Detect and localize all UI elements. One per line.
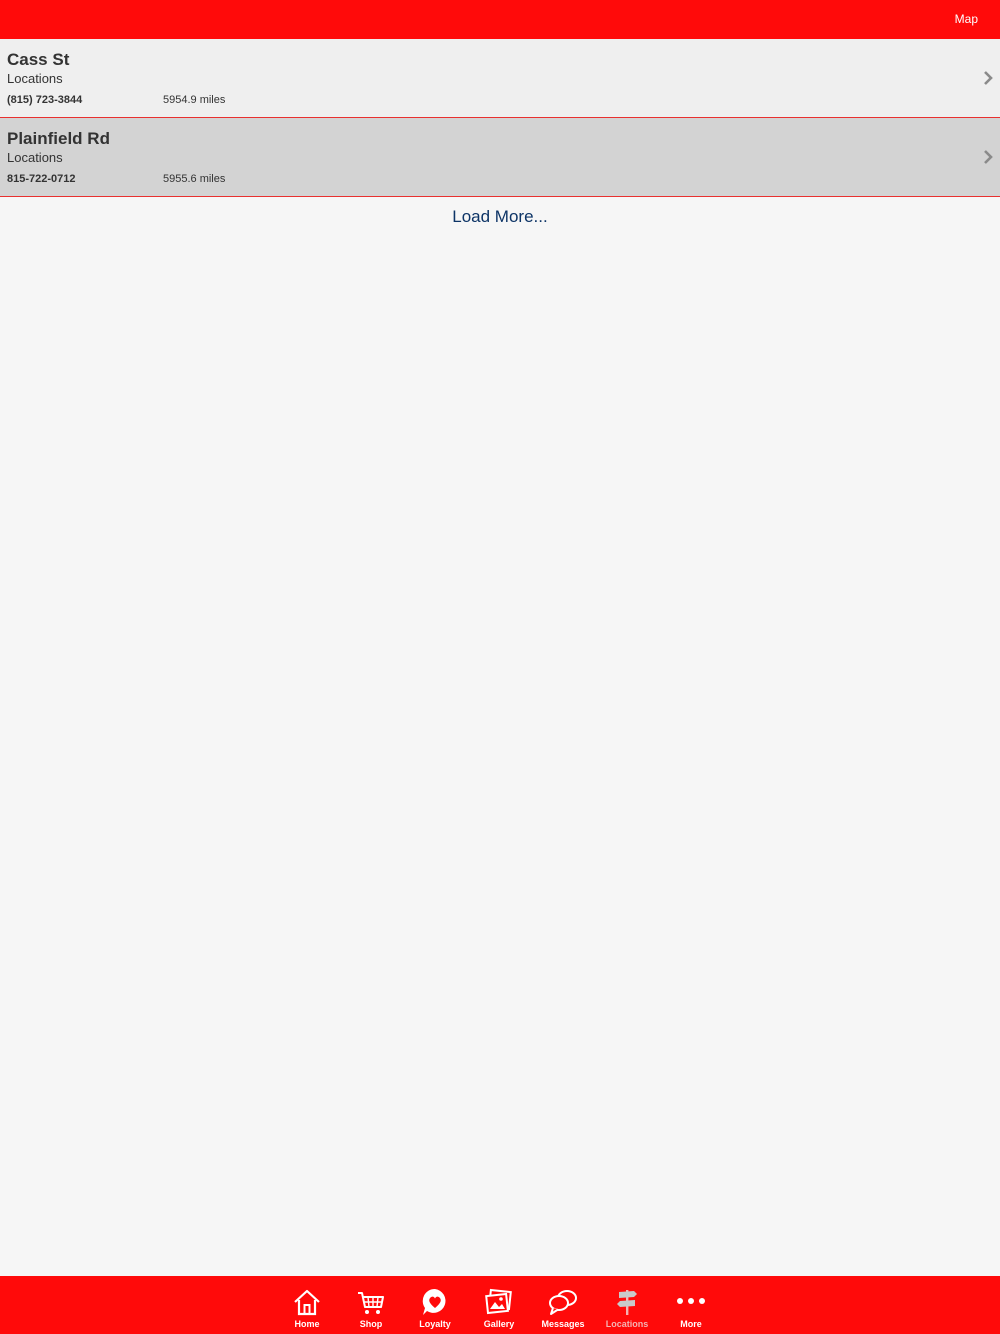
tab-label: More <box>680 1319 702 1329</box>
location-distance: 5955.6 miles <box>163 173 226 185</box>
location-distance: 5954.9 miles <box>163 94 226 106</box>
location-row[interactable]: Cass St Locations (815) 723-3844 5954.9 … <box>0 39 1000 118</box>
heart-icon <box>422 1288 446 1315</box>
location-category: Locations <box>7 71 63 86</box>
tab-shop[interactable]: Shop <box>339 1276 403 1334</box>
map-button[interactable]: Map <box>955 12 978 26</box>
tab-more[interactable]: More <box>659 1276 723 1334</box>
location-category: Locations <box>7 150 63 165</box>
location-phone[interactable]: 815-722-0712 <box>7 173 76 185</box>
chevron-right-icon <box>984 150 993 164</box>
cart-icon <box>358 1292 384 1314</box>
tab-home[interactable]: Home <box>275 1276 339 1334</box>
load-more-button[interactable]: Load More... <box>0 207 1000 227</box>
home-icon <box>294 1289 320 1316</box>
tab-locations[interactable]: Locations <box>595 1276 659 1334</box>
tab-loyalty[interactable]: Loyalty <box>403 1276 467 1334</box>
location-name: Cass St <box>7 50 70 69</box>
tab-messages[interactable]: Messages <box>531 1276 595 1334</box>
location-list: Cass St Locations (815) 723-3844 5954.9 … <box>0 39 1000 197</box>
signpost-icon <box>617 1290 637 1315</box>
more-icon <box>677 1298 705 1304</box>
messages-icon <box>549 1290 577 1315</box>
location-phone[interactable]: (815) 723-3844 <box>7 94 82 106</box>
tab-bar: Home Shop Loyalty Gallery Messages Locat… <box>0 1276 1000 1334</box>
gallery-icon <box>485 1288 512 1315</box>
top-bar: Map <box>0 0 1000 39</box>
chevron-right-icon <box>984 71 993 85</box>
tab-label: Loyalty <box>419 1319 451 1329</box>
tab-label: Shop <box>359 1319 383 1329</box>
tab-label: Home <box>294 1319 320 1329</box>
tab-label: Locations <box>605 1319 649 1329</box>
tab-gallery[interactable]: Gallery <box>467 1276 531 1334</box>
location-row[interactable]: Plainfield Rd Locations 815-722-0712 595… <box>0 118 1000 197</box>
location-name: Plainfield Rd <box>7 129 110 148</box>
tab-label: Messages <box>541 1319 585 1329</box>
tab-label: Gallery <box>483 1319 515 1329</box>
